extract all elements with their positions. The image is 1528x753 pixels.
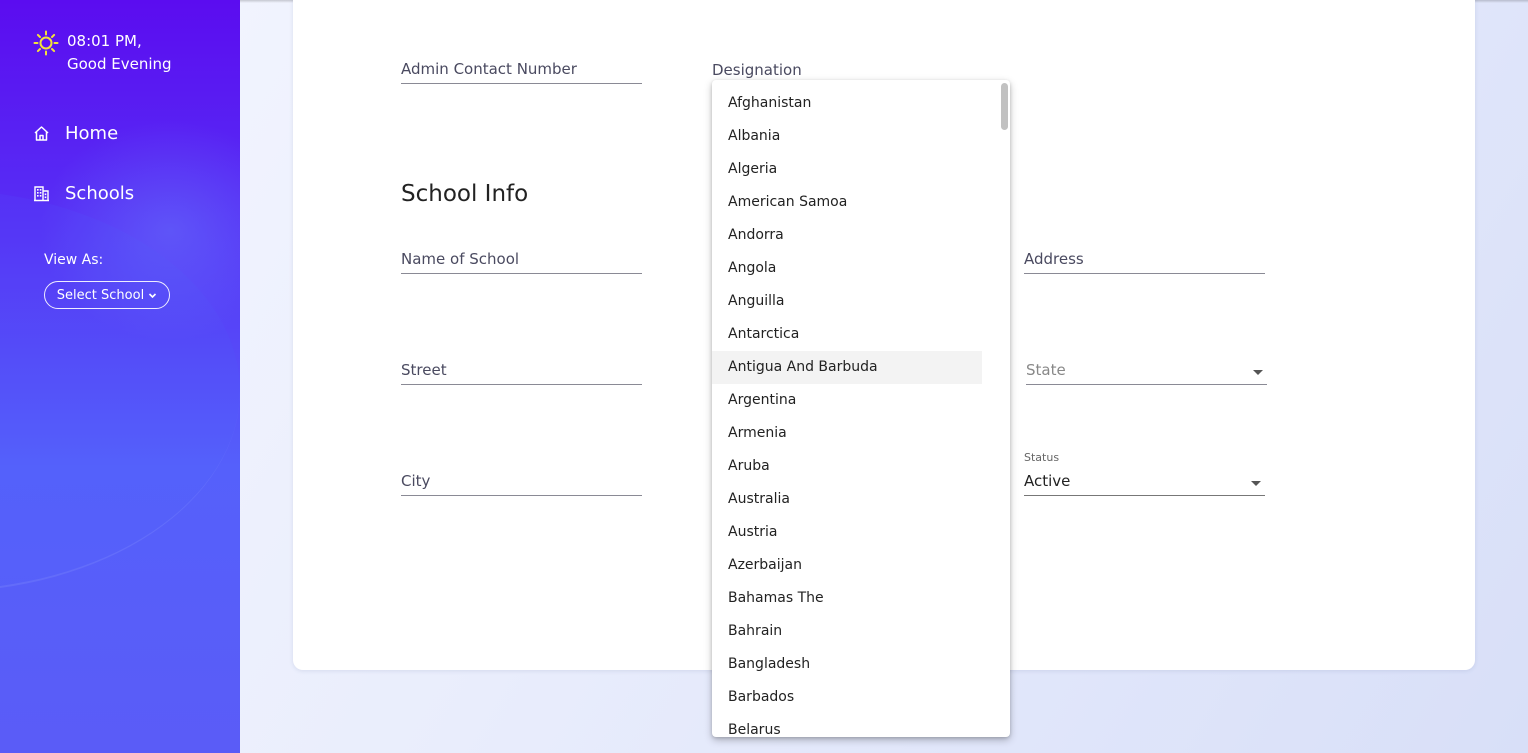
dropdown-option[interactable]: Algeria bbox=[712, 153, 982, 186]
dropdown-option[interactable]: Australia bbox=[712, 483, 982, 516]
city-field[interactable]: City bbox=[401, 470, 642, 496]
section-title: School Info bbox=[401, 181, 529, 207]
dropdown-arrow-icon bbox=[1251, 481, 1261, 486]
dropdown-arrow-icon bbox=[1253, 370, 1263, 375]
street-field[interactable]: Street bbox=[401, 359, 642, 385]
dropdown-option[interactable]: Antigua And Barbuda bbox=[712, 351, 982, 384]
dropdown-option[interactable]: Albania bbox=[712, 120, 982, 153]
dropdown-scrollbar[interactable] bbox=[1001, 83, 1008, 130]
dropdown-option[interactable]: Armenia bbox=[712, 417, 982, 450]
dropdown-option[interactable]: Bahamas The bbox=[712, 582, 982, 615]
dropdown-option[interactable]: Bahrain bbox=[712, 615, 982, 648]
dropdown-option[interactable]: Austria bbox=[712, 516, 982, 549]
dropdown-options-list: Afghanistan Albania Algeria American Samoa A… bbox=[712, 80, 1010, 737]
dropdown-option[interactable]: American Samoa bbox=[712, 186, 982, 219]
dropdown-option[interactable]: Belarus bbox=[712, 714, 982, 737]
chevron-down-icon bbox=[149, 292, 157, 298]
sidebar-item-schools[interactable]: Schools bbox=[33, 183, 134, 204]
dropdown-option[interactable]: Barbados bbox=[712, 681, 982, 714]
city-label: City bbox=[401, 472, 431, 490]
greeting: 08:01 PM, Good Evening bbox=[33, 30, 172, 76]
name-of-school-field[interactable]: Name of School bbox=[401, 248, 642, 274]
address-field[interactable]: Address bbox=[1024, 248, 1265, 274]
dropdown-option[interactable]: Afghanistan bbox=[712, 87, 982, 120]
name-of-school-label: Name of School bbox=[401, 250, 520, 268]
sidebar-item-label: Schools bbox=[65, 183, 135, 204]
dropdown-option[interactable]: Argentina bbox=[712, 384, 982, 417]
dropdown-option[interactable]: Antarctica bbox=[712, 318, 982, 351]
designation-label: Designation bbox=[712, 61, 802, 79]
sun-icon bbox=[33, 30, 59, 56]
greeting-text: Good Evening bbox=[67, 55, 172, 73]
dropdown-option[interactable]: Aruba bbox=[712, 450, 982, 483]
sidebar-item-home[interactable]: Home bbox=[33, 123, 118, 144]
select-school-dropdown[interactable]: Select School bbox=[44, 281, 170, 309]
status-value: Active bbox=[1024, 472, 1071, 490]
dropdown-option[interactable]: Andorra bbox=[712, 219, 982, 252]
admin-contact-label: Admin Contact Number bbox=[401, 60, 577, 78]
select-school-label: Select School bbox=[56, 287, 145, 303]
sidebar: 08:01 PM, Good Evening Home Schools View… bbox=[0, 0, 240, 753]
home-icon bbox=[34, 126, 49, 141]
dropdown-option[interactable]: Bangladesh bbox=[712, 648, 982, 681]
admin-contact-field[interactable]: Admin Contact Number bbox=[401, 58, 642, 84]
building-icon bbox=[34, 186, 49, 202]
state-label: State bbox=[1026, 361, 1066, 379]
status-select[interactable]: Active bbox=[1024, 470, 1265, 496]
address-label: Address bbox=[1024, 250, 1084, 268]
dropdown-option[interactable]: Azerbaijan bbox=[712, 549, 982, 582]
status-label: Status bbox=[1024, 451, 1060, 464]
state-select[interactable]: State bbox=[1026, 359, 1267, 385]
view-as-label: View As: bbox=[44, 252, 104, 268]
sidebar-item-label: Home bbox=[65, 123, 119, 144]
dropdown-option[interactable]: Angola bbox=[712, 252, 982, 285]
street-label: Street bbox=[401, 361, 447, 379]
time-text: 08:01 PM, bbox=[67, 32, 142, 50]
dropdown-option[interactable]: Anguilla bbox=[712, 285, 982, 318]
designation-dropdown-menu[interactable]: Afghanistan Albania Algeria American Samoa A… bbox=[712, 80, 1010, 737]
